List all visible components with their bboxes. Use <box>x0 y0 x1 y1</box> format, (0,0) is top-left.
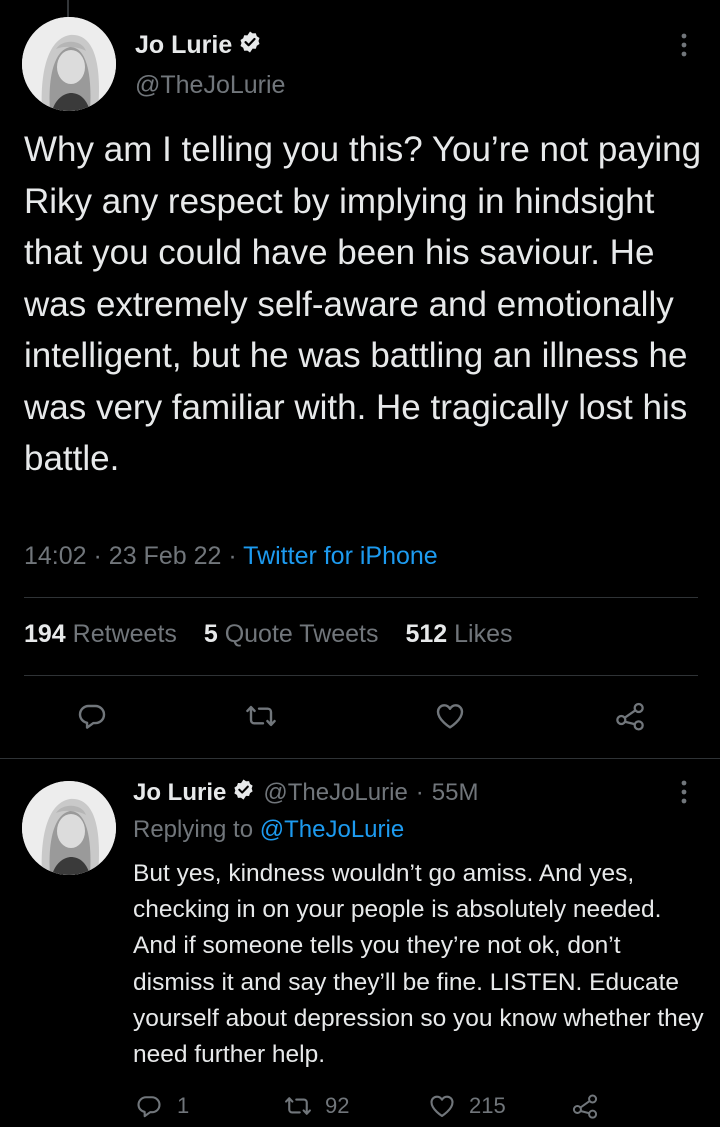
tweet-time[interactable]: 14:02 <box>24 542 87 570</box>
reply-author-handle[interactable]: @TheJoLurie <box>263 779 407 807</box>
retweet-icon <box>285 1097 311 1115</box>
retweets-label: Retweets <box>72 620 177 648</box>
like-icon <box>430 1095 454 1117</box>
reply-author-name[interactable]: Jo Lurie <box>133 779 226 807</box>
reply-avatar[interactable] <box>22 781 116 875</box>
reply-icon <box>137 1096 161 1118</box>
replying-to-handle[interactable]: @TheJoLurie <box>260 816 404 843</box>
retweet-icon <box>246 705 276 727</box>
likes-count: 512 <box>405 620 448 648</box>
author-row: Jo Lurie <box>135 30 262 61</box>
like-icon <box>436 704 464 729</box>
reply-author-row: Jo Lurie @TheJoLurie · 55M <box>133 778 478 808</box>
tweet-source-link[interactable]: Twitter for iPhone <box>243 542 438 570</box>
tweet-date[interactable]: 23 Feb 22 <box>109 542 222 570</box>
engagement-stats: 194 Retweets 5 Quote Tweets 512 Likes <box>24 620 533 649</box>
verified-badge-icon <box>238 30 262 61</box>
replying-to-label: Replying to <box>133 816 254 843</box>
more-options-icon[interactable] <box>676 779 692 812</box>
quotes-count: 5 <box>203 620 218 648</box>
reply-icon <box>78 704 106 729</box>
author-name[interactable]: Jo Lurie <box>135 31 232 60</box>
tweet-meta: 14:02 · 23 Feb 22 · Twitter for iPhone <box>24 542 438 571</box>
divider <box>24 597 698 598</box>
divider <box>24 675 698 676</box>
like-button[interactable] <box>433 700 467 732</box>
retweet-button[interactable]: 92 <box>283 1092 349 1120</box>
tweet-text: Why am I telling you this? You’re not pa… <box>24 130 702 478</box>
quotes-label: Quote Tweets <box>224 620 379 648</box>
author-handle[interactable]: @TheJoLurie <box>135 71 285 100</box>
likes-label: Likes <box>454 620 513 648</box>
meta-separator: · <box>228 542 237 570</box>
reply-button[interactable] <box>76 700 108 732</box>
share-button[interactable] <box>570 1092 600 1120</box>
more-options-icon[interactable] <box>676 32 692 65</box>
share-icon <box>572 1094 598 1119</box>
retweet-button[interactable] <box>244 700 278 732</box>
share-button[interactable] <box>612 700 648 732</box>
retweets-count: 194 <box>24 620 66 648</box>
reply-count: 1 <box>177 1093 190 1118</box>
quotes-stat[interactable]: 5 Quote Tweets <box>204 620 399 648</box>
likes-stat[interactable]: 512 Likes <box>405 620 532 648</box>
share-icon <box>616 702 644 731</box>
like-button[interactable]: 215 <box>427 1092 506 1120</box>
meta-separator: · <box>415 779 424 806</box>
retweets-stat[interactable]: 194 Retweets <box>24 620 197 648</box>
meta-separator: · <box>93 542 102 570</box>
like-count: 215 <box>469 1093 506 1118</box>
reply-button[interactable]: 1 <box>135 1092 189 1120</box>
tweet-separator <box>0 758 720 759</box>
replying-to: Replying to @TheJoLurie <box>133 816 404 844</box>
thread-line <box>67 0 69 18</box>
reply-age[interactable]: 55M <box>432 779 479 807</box>
retweet-count: 92 <box>325 1093 350 1118</box>
reply-text: But yes, kindness wouldn’t go amiss. And… <box>133 860 704 1069</box>
verified-badge-icon <box>232 778 255 808</box>
avatar[interactable] <box>22 17 116 111</box>
